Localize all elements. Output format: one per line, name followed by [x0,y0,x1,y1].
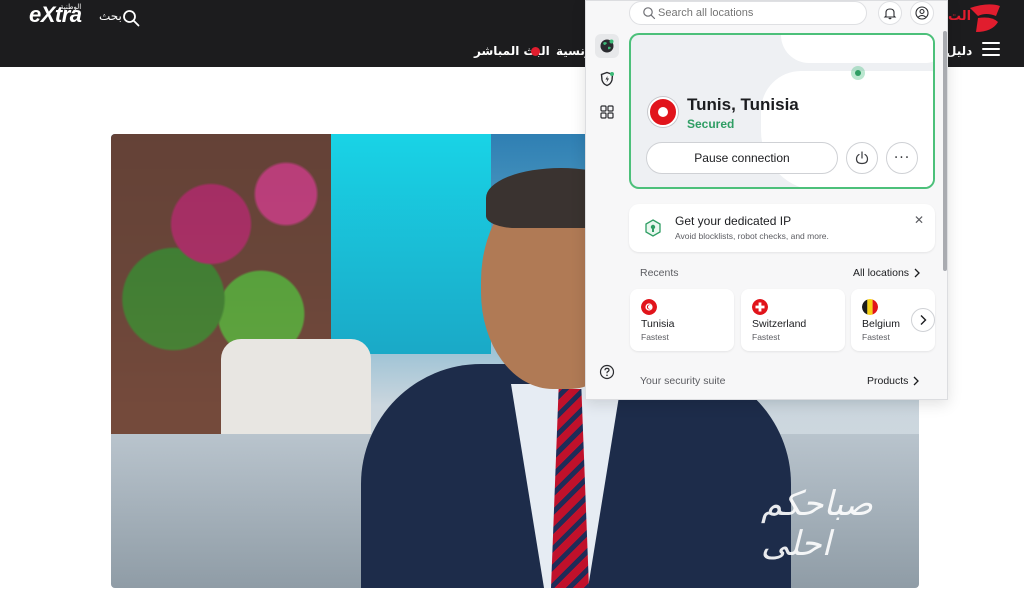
chevron-right-icon [914,268,920,278]
location-search[interactable] [629,1,867,25]
map-land-iberia [791,39,831,61]
promo-subtitle: Avoid blocklists, robot checks, and more… [675,231,829,241]
recent-country: Tunisia [641,318,675,330]
recents-heading: Recents [640,267,679,279]
extra-logo-tag: الوطنية [60,3,82,11]
connection-status: Secured [687,117,735,131]
live-indicator-icon [531,47,540,56]
products-label: Products [867,375,909,387]
vpn-popup: Tunis, Tunisia Secured Pause connection … [585,0,948,400]
popup-scrollbar[interactable] [943,31,947,271]
location-search-input[interactable] [658,4,858,22]
recent-server-type: Fastest [862,332,890,342]
switzerland-flag-icon [752,299,768,315]
all-locations-label: All locations [853,267,910,279]
shield-icon [600,71,614,87]
connected-location: Tunis, Tunisia [687,95,799,114]
set-backdrop [331,134,491,354]
rail-threat-protection-button[interactable] [595,67,619,91]
rail-help-button[interactable] [595,360,619,384]
chevron-right-icon [920,315,927,325]
security-suite-heading: Your security suite [640,375,726,387]
site-search-label[interactable]: بحث [99,9,122,23]
nav-item-guide[interactable]: دليل [946,44,972,58]
promo-title: Get your dedicated IP [675,214,792,228]
rail-apps-button[interactable] [595,100,619,124]
power-icon [855,151,869,165]
bell-icon [883,8,897,20]
user-icon [915,6,929,20]
recent-location-card[interactable]: Switzerland Fastest [741,289,845,351]
recent-server-type: Fastest [752,332,780,342]
tunisia-flag-icon [648,97,678,127]
belgium-flag-icon [862,299,878,315]
connection-card: Tunis, Tunisia Secured Pause connection … [629,33,935,189]
chevron-right-icon [913,376,920,386]
search-icon[interactable] [122,9,140,27]
pause-connection-button[interactable]: Pause connection [646,142,838,174]
search-icon [643,7,656,20]
show-watermark: صباحكم احلى [761,484,873,564]
more-options-button[interactable]: ··· [886,142,918,174]
disconnect-button[interactable] [846,142,878,174]
hamburger-menu-icon[interactable] [982,42,1000,56]
channel-logo-text: الت [948,9,972,24]
rail-locations-button[interactable] [595,34,619,58]
dedicated-ip-icon [645,219,661,237]
recent-country: Switzerland [752,318,807,330]
apps-grid-icon [600,105,614,119]
server-location-marker[interactable] [851,66,865,80]
recent-country: Belgium [862,318,900,330]
recent-server-type: Fastest [641,332,669,342]
dedicated-ip-promo[interactable]: Get your dedicated IP Avoid blocklists, … [629,204,935,252]
vpn-side-rail [586,1,626,401]
notifications-button[interactable] [878,1,902,25]
globe-icon [600,39,614,53]
help-icon [599,364,615,380]
account-button[interactable] [910,1,934,25]
products-link[interactable]: Products [867,375,920,387]
more-dots-icon: ··· [893,150,911,166]
tunisia-flag-icon [641,299,657,315]
recent-location-card[interactable]: Tunisia Fastest [630,289,734,351]
recents-next-button[interactable] [911,308,935,332]
all-locations-link[interactable]: All locations [853,267,921,279]
close-icon[interactable]: ✕ [912,213,926,227]
